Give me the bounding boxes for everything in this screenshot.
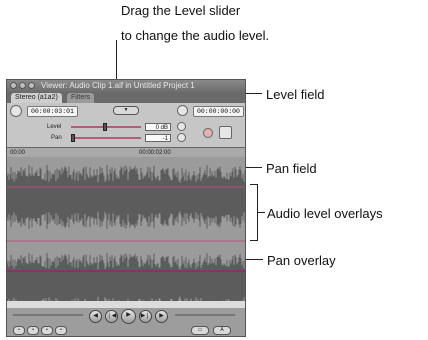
pan-keyframe-button[interactable] (177, 133, 186, 142)
tab-stereo[interactable]: Stereo (a1a2) (11, 93, 62, 103)
waveform-channel-1 (7, 165, 245, 229)
close-window-button[interactable] (10, 82, 17, 89)
pan-slider-thumb[interactable] (71, 134, 75, 142)
step-forward-button[interactable]: ▶❘ (139, 310, 152, 323)
window-title: Viewer: Audio Clip 1.aif in Untitled Pro… (41, 81, 195, 90)
viewer-window: Viewer: Audio Clip 1.aif in Untitled Pro… (6, 79, 246, 337)
callout-pan-overlay: Pan overlay (267, 253, 336, 268)
overlays-leader (257, 212, 265, 213)
callout-drag-level-line1: Drag the Level slider (121, 3, 241, 18)
pan-field[interactable]: -1 (145, 134, 171, 142)
tab-filters[interactable]: Filters (67, 93, 95, 103)
viewer-tabs: Stereo (a1a2) Filters (7, 92, 245, 103)
overwrite-button[interactable]: ▭ (191, 326, 209, 335)
pan-slider-track[interactable] (71, 137, 141, 139)
marker-in-out-button-3[interactable]: • (41, 326, 53, 335)
title-bar[interactable]: Viewer: Audio Clip 1.aif in Untitled Pro… (7, 80, 245, 92)
drag-audio-hand-icon[interactable] (219, 126, 232, 139)
zoom-window-button[interactable] (28, 82, 35, 89)
current-timecode[interactable]: 00:00:00:00 (193, 106, 244, 117)
marker-in-out-button-2[interactable]: • (27, 326, 39, 335)
waveform-svg (7, 165, 245, 313)
level-keyframe-button[interactable] (177, 122, 186, 131)
step-back-button[interactable]: ❘◀ (105, 310, 118, 323)
marker-in-out-button-1[interactable]: • (13, 326, 25, 335)
insert-button[interactable]: A (213, 326, 231, 335)
callout-level-field: Level field (266, 87, 325, 102)
level-label: Level (47, 124, 62, 130)
audio-controls-panel: 00:00:03:01 ▼ 00:00:00:00 Level 0 dB Pan… (7, 103, 245, 147)
marker-in-out-button-4[interactable]: • (55, 326, 67, 335)
callout-pan-field: Pan field (266, 161, 317, 176)
play-button[interactable]: ▶ (121, 309, 136, 324)
minimize-window-button[interactable] (19, 82, 26, 89)
callout-audio-level-overlays: Audio level overlays (267, 206, 383, 221)
loop-icon[interactable] (177, 105, 188, 116)
pan-label: Pan (51, 135, 62, 141)
level-slider-thumb[interactable] (103, 123, 107, 131)
waveform-display[interactable] (7, 157, 245, 325)
playhead-scrubber[interactable] (7, 301, 245, 308)
mark-in-button[interactable]: ◀ (89, 310, 102, 323)
drag-hand-icon[interactable] (10, 105, 22, 117)
marker-menu-button[interactable]: ▼ (113, 106, 139, 115)
level-field[interactable]: 0 dB (145, 123, 171, 131)
mark-out-button[interactable]: ▶ (155, 310, 168, 323)
transport-panel: ◀ ❘◀ ▶ ▶❘ ▶ • • • • ▭ A (6, 301, 246, 337)
reset-x-icon[interactable] (203, 128, 213, 138)
jog-shuttle-right[interactable] (175, 314, 235, 316)
overlays-bracket-bottom (250, 240, 258, 241)
duration-timecode[interactable]: 00:00:03:01 (27, 106, 78, 117)
jog-shuttle-left[interactable] (13, 314, 83, 316)
callout-drag-level-line2: to change the audio level. (121, 28, 270, 43)
